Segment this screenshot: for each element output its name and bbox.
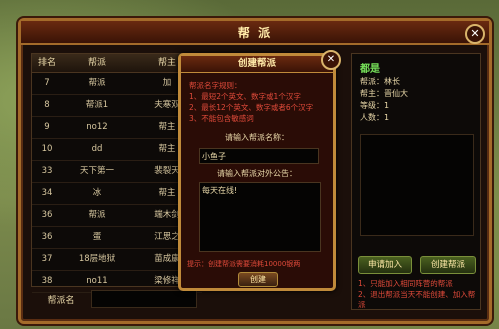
name-label: 请输入帮派名称： <box>225 133 289 142</box>
guild-cell: 天下第一 <box>79 166 114 176</box>
table-row[interactable]: 36 蛋江思之 <box>32 227 202 249</box>
guild-cell: no11 <box>86 276 108 286</box>
table-row[interactable]: 9 no12 帮主 <box>32 117 202 139</box>
guild-window-title-bar: 帮 派 ✕ <box>21 21 489 45</box>
rank-cell: 8 <box>44 100 50 110</box>
guild-cell: no12 <box>86 122 108 132</box>
guild-info-title: 都是 <box>360 64 380 75</box>
rule-text: 1、最短2个英文、数字或1个汉字 <box>189 92 301 101</box>
guild-info-line: 人数：1 <box>360 113 390 122</box>
create-guild-button[interactable]: 创建帮派 <box>420 256 476 274</box>
apply-join-button[interactable]: 申请加入 <box>358 256 412 274</box>
guild-notice-box <box>360 134 474 236</box>
info-note: 2、退出帮派当天不能创建、加入帮派 <box>358 290 476 309</box>
guild-info-panel: 都是 帮派：林长 帮主：晋仙大 等级：1 人数：1 申请加入 创建帮派 1、只能… <box>351 53 481 310</box>
guild-name-search: 帮派名 <box>31 290 201 308</box>
rule-text: 3、不能包含敏感词 <box>189 114 254 123</box>
guild-cell: 18层地狱 <box>78 254 116 264</box>
header-rank: 排名 <box>37 58 56 68</box>
close-icon[interactable]: ✕ <box>465 24 485 44</box>
guild-name-label: 帮派名 <box>47 295 75 306</box>
guild-cell: dd <box>91 144 103 154</box>
table-row[interactable]: 34 冰帮主 <box>32 183 202 205</box>
rule-text: 帮派名字规则： <box>189 81 242 90</box>
table-row[interactable]: 33 天下第一 裴裂天 <box>32 161 202 183</box>
rank-cell: 7 <box>44 78 50 88</box>
rank-cell: 9 <box>44 122 50 132</box>
create-guild-dialog: 创建帮派 ✕ 帮派名字规则： 1、最短2个英文、数字或1个汉字 2、最长12个英… <box>178 50 341 291</box>
info-note: 1、只能加入相同阵营的帮派 <box>358 279 453 288</box>
rank-cell: 36 <box>41 210 53 220</box>
table-row[interactable]: 36 帮派 端木剑 <box>32 205 202 227</box>
rank-cell: 10 <box>41 144 53 154</box>
guild-info-line: 帮主：晋仙大 <box>360 89 408 98</box>
guild-cell: 帮派1 <box>85 100 109 110</box>
rank-cell: 34 <box>41 188 53 198</box>
guild-list-header: 排名 帮派 帮主 <box>32 54 202 73</box>
table-row[interactable]: 10 dd 帮主 <box>32 139 202 161</box>
rank-cell: 33 <box>41 166 53 176</box>
rank-cell: 37 <box>41 254 53 264</box>
rule-text: 2、最长12个英文、数字或者6个汉字 <box>189 103 314 112</box>
table-row[interactable]: 37 18层地狱 苗成康 <box>32 249 202 271</box>
guild-cell: 帮派 <box>88 78 106 88</box>
guild-name-field[interactable] <box>199 148 319 164</box>
rank-cell: 38 <box>41 276 53 286</box>
guild-cell: 蛋 <box>92 232 102 242</box>
guild-info-line: 帮派：林长 <box>360 77 400 86</box>
guild-info-line: 等级：1 <box>360 101 390 110</box>
notice-label: 请输入帮派对外公告： <box>217 169 297 178</box>
rank-cell: 36 <box>41 232 53 242</box>
header-guild: 帮派 <box>87 58 106 68</box>
notice-field[interactable]: 每天在线! <box>199 182 321 252</box>
table-row[interactable]: 7 帮派加 <box>32 73 202 95</box>
dialog-title: 创建帮派 <box>181 56 333 73</box>
guild-cell: 冰 <box>92 188 102 198</box>
guild-name-input[interactable] <box>91 290 197 308</box>
close-icon[interactable]: ✕ <box>321 50 341 70</box>
create-button[interactable]: 创建 <box>238 272 278 287</box>
cost-tip: 提示：创建帮派需要消耗10000银两 <box>187 260 301 268</box>
table-row[interactable]: 8 帮派1 夫寒双 <box>32 95 202 117</box>
guild-cell: 帮派 <box>88 210 106 220</box>
guild-window-title: 帮 派 <box>237 26 273 40</box>
